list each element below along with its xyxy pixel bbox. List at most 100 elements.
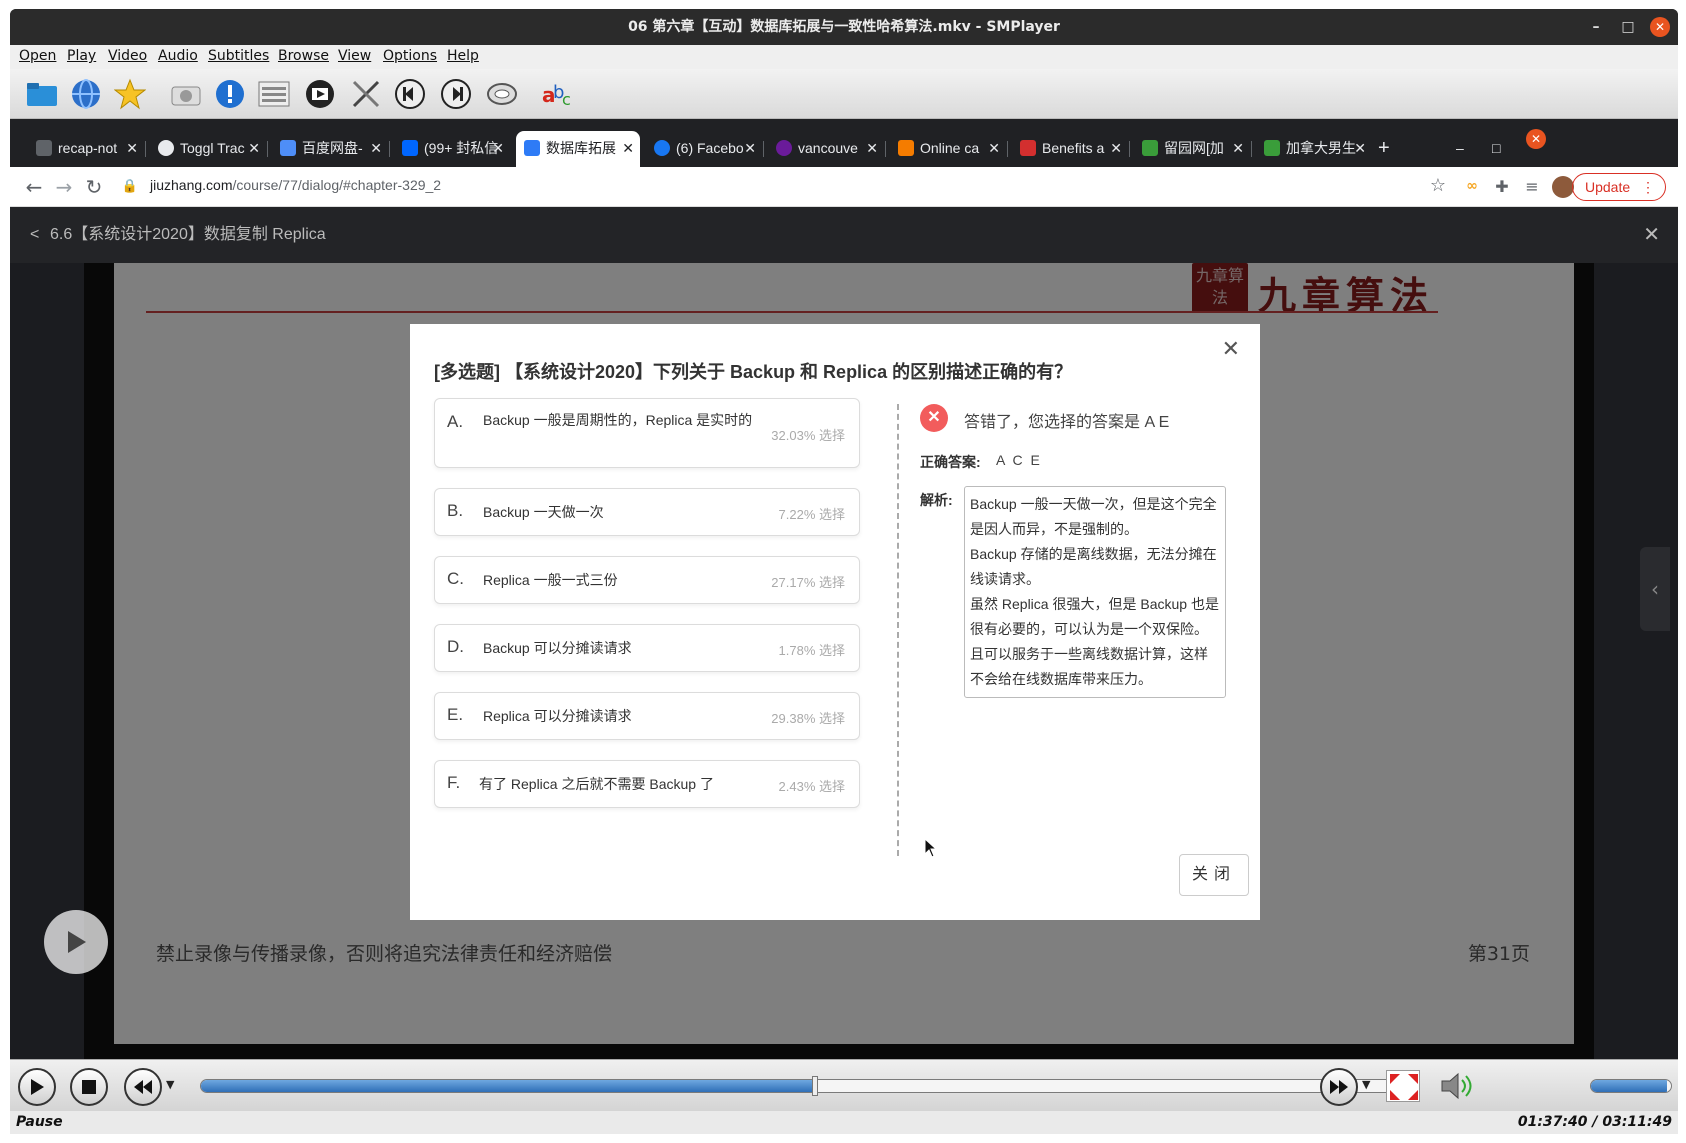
option-text: Replica 可以分摊读请求 [483, 708, 632, 724]
menu-video[interactable]: Video [108, 48, 147, 64]
rewind-button[interactable] [124, 1068, 162, 1106]
tab-separator [145, 141, 146, 157]
seek-handle[interactable] [811, 1076, 818, 1096]
maximize-icon[interactable]: □ [1618, 17, 1638, 37]
volume-level [1591, 1080, 1667, 1092]
profile-avatar[interactable] [1552, 176, 1574, 198]
menu-browse[interactable]: Browse [278, 48, 329, 64]
address-bar-url[interactable]: jiuzhang.com/course/77/dialog/#chapter-3… [150, 177, 441, 193]
tab-vancouver[interactable]: vancouve ✕ [768, 131, 884, 167]
playlist-icon[interactable] [256, 76, 292, 112]
stop-button[interactable] [70, 1068, 108, 1106]
new-tab-plus-icon[interactable]: + [1378, 131, 1402, 167]
tab-close-icon[interactable]: ✕ [1354, 131, 1366, 165]
previous-icon[interactable] [392, 76, 428, 112]
subtitles-abc-icon[interactable]: abc [540, 76, 576, 112]
quiz-option-c[interactable]: C. Replica 一般一式三份 27.17% 选择 [434, 556, 860, 604]
tab-close-icon[interactable]: ✕ [866, 131, 878, 165]
tab-label: Online ca [920, 140, 980, 156]
back-chevron-icon[interactable]: < [30, 207, 39, 263]
tab-close-icon[interactable]: ✕ [1232, 131, 1244, 165]
tab-separator [267, 141, 268, 157]
quiz-option-e[interactable]: E. Replica 可以分摊读请求 29.38% 选择 [434, 692, 860, 740]
menu-play[interactable]: Play [67, 48, 96, 64]
forward-dropdown-icon[interactable]: ▼ [1362, 1078, 1370, 1091]
tab-close-icon[interactable]: ✕ [744, 131, 756, 165]
tab-separator [1007, 141, 1008, 157]
globe-icon[interactable] [68, 76, 104, 112]
tab-canada-guy[interactable]: 加拿大男生 ✕ [1256, 131, 1372, 167]
quiz-option-a[interactable]: A. Backup 一般是周期性的，Replica 是实时的 32.03% 选择 [434, 398, 860, 468]
volume-slider[interactable] [1590, 1079, 1672, 1093]
menu-help[interactable]: Help [447, 48, 479, 64]
play-button[interactable] [18, 1068, 56, 1106]
tab-close-icon[interactable]: ✕ [248, 131, 260, 165]
menu-audio[interactable]: Audio [158, 48, 198, 64]
tab-baidu-pan[interactable]: 百度网盘- ✕ [272, 131, 388, 167]
quiz-option-d[interactable]: D. Backup 可以分摊读请求 1.78% 选择 [434, 624, 860, 672]
course-close-icon[interactable]: ✕ [1643, 207, 1660, 263]
tab-close-icon[interactable]: ✕ [492, 131, 504, 165]
tab-zhihu[interactable]: (99+ 封私信 ✕ [394, 131, 510, 167]
reload-icon[interactable]: ↻ [82, 175, 106, 199]
dialog-divider [897, 404, 899, 856]
quiz-question: [多选题] 【系统设计2020】下列关于 Backup 和 Replica 的区… [434, 362, 1073, 382]
next-icon[interactable] [438, 76, 474, 112]
media-queue-icon[interactable]: ≡ [1520, 177, 1544, 196]
playback-status: Pause [16, 1114, 63, 1130]
tab-facebook[interactable]: (6) Facebo ✕ [646, 131, 762, 167]
tab-separator [885, 141, 886, 157]
quiz-option-b[interactable]: B. Backup 一天做一次 7.22% 选择 [434, 488, 860, 536]
tab-benefits[interactable]: Benefits a ✕ [1012, 131, 1128, 167]
open-folder-icon[interactable] [24, 76, 60, 112]
preferences-tools-icon[interactable] [348, 76, 384, 112]
tab-jiuzhang-active[interactable]: 数据库拓展 ✕ [516, 131, 640, 167]
update-button[interactable]: Update ⋮ [1572, 173, 1666, 201]
tab-favicon-icon [158, 140, 174, 156]
quiz-option-f[interactable]: F. 有了 Replica 之后就不需要 Backup 了 2.43% 选择 [434, 760, 860, 808]
tab-toggl[interactable]: Toggl Trac ✕ [150, 131, 266, 167]
screenshot-camera-icon[interactable] [168, 76, 204, 112]
tab-label: Benefits a [1042, 140, 1105, 156]
fast-forward-button[interactable] [1320, 1068, 1358, 1106]
fullscreen-icon[interactable] [1386, 1070, 1420, 1102]
back-arrow-icon[interactable]: ← [22, 175, 46, 199]
video-equalizer-icon[interactable] [302, 76, 338, 112]
menu-subtitles[interactable]: Subtitles [208, 48, 269, 64]
audio-track-icon[interactable] [484, 76, 520, 112]
tab-liuyuan[interactable]: 留园网[加 ✕ [1134, 131, 1250, 167]
forward-arrow-icon[interactable]: → [52, 175, 76, 199]
volume-speaker-icon[interactable] [1438, 1070, 1478, 1102]
tab-online-ca[interactable]: Online ca ✕ [890, 131, 1006, 167]
tab-close-icon[interactable]: ✕ [988, 131, 1000, 165]
close-window-icon[interactable]: ✕ [1650, 17, 1670, 37]
tab-close-icon[interactable]: ✕ [126, 131, 138, 165]
extensions-puzzle-icon[interactable]: ✚ [1490, 177, 1514, 196]
lock-icon[interactable]: 🔒 [118, 179, 142, 194]
more-menu-icon[interactable]: ⋮ [1641, 174, 1655, 200]
info-alert-icon[interactable] [212, 76, 248, 112]
tab-close-icon[interactable]: ✕ [622, 131, 634, 165]
side-panel-chevron-icon[interactable]: ‹ [1640, 547, 1670, 631]
minimize-icon[interactable]: – [1586, 17, 1606, 37]
dialog-close-button[interactable]: 关闭 [1179, 854, 1249, 896]
tab-close-icon[interactable]: ✕ [1110, 131, 1122, 165]
menu-open[interactable]: Open [19, 48, 56, 64]
bookmark-star-icon[interactable]: ☆ [1426, 175, 1450, 196]
browser-maximize-icon[interactable]: □ [1492, 131, 1512, 167]
dialog-close-icon[interactable]: ✕ [1222, 336, 1240, 362]
tab-recap[interactable]: recap-not ✕ [28, 131, 144, 167]
browser-minimize-icon[interactable]: – [1456, 131, 1476, 167]
seek-bar[interactable] [200, 1079, 1408, 1093]
player-controls: ▼ ▼ [10, 1059, 1678, 1111]
menu-view[interactable]: View [338, 48, 371, 64]
tab-label: 百度网盘- [302, 140, 363, 156]
video-play-button[interactable] [44, 910, 108, 974]
favorites-star-icon[interactable] [112, 76, 148, 112]
tab-close-icon[interactable]: ✕ [370, 131, 382, 165]
extension-infinity-icon[interactable]: ∞ [1460, 178, 1484, 194]
menu-options[interactable]: Options [383, 48, 437, 64]
rewind-dropdown-icon[interactable]: ▼ [166, 1078, 174, 1091]
browser-close-icon[interactable]: ✕ [1526, 129, 1546, 149]
fast-forward-icon [1330, 1080, 1348, 1094]
